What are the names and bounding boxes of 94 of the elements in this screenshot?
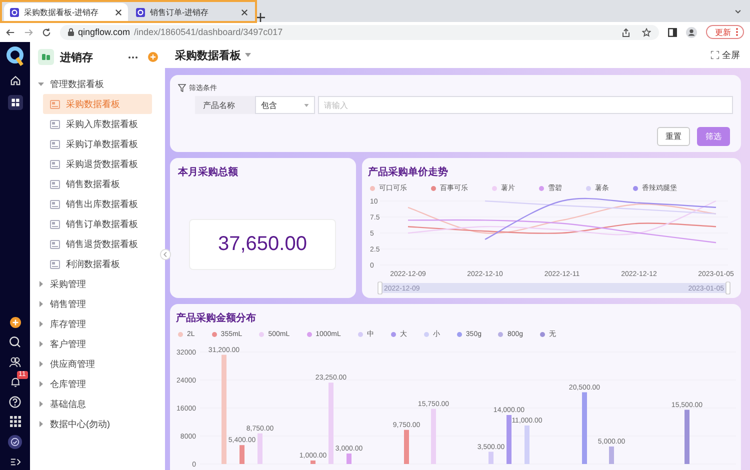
- nav-group[interactable]: 客户管理: [50, 338, 86, 350]
- browser-tab[interactable]: 采购数据看板-进销存: [4, 3, 128, 22]
- reset-button[interactable]: 重置: [657, 127, 690, 146]
- fullscreen-button[interactable]: 全屏: [711, 48, 740, 62]
- page-title: 采购数据看板: [175, 48, 241, 62]
- bar: [258, 433, 262, 464]
- bar: [240, 445, 244, 464]
- bar: [431, 408, 436, 464]
- update-button[interactable]: 更新: [706, 25, 744, 39]
- close-icon[interactable]: [115, 9, 122, 16]
- dashboard-icon: [50, 180, 60, 188]
- caret-icon[interactable]: [38, 281, 44, 287]
- nav-item[interactable]: 采购入库数据看板: [43, 114, 152, 134]
- nav-group[interactable]: 数据中心(勿动): [50, 418, 110, 430]
- caret-down-icon[interactable]: [245, 53, 251, 57]
- collapse-menu-icon[interactable]: [10, 457, 20, 467]
- expand-icon: [711, 51, 719, 59]
- nav-item[interactable]: 采购退货数据看板: [43, 154, 152, 174]
- apps-grid-icon[interactable]: [10, 416, 20, 427]
- dashboard-icon: [50, 240, 60, 248]
- bar: [506, 415, 512, 464]
- nav-item[interactable]: 销售数据看板: [43, 174, 152, 194]
- caret-icon[interactable]: [38, 381, 44, 387]
- help-icon[interactable]: [9, 396, 21, 408]
- user-avatar-icon[interactable]: [8, 435, 22, 449]
- chevron-down-icon[interactable]: [734, 8, 742, 16]
- nav-group[interactable]: 基础信息: [50, 398, 86, 410]
- app-logo-icon[interactable]: [6, 46, 24, 66]
- nav-item[interactable]: 销售订单数据看板: [43, 214, 152, 234]
- dashboard-icon: [50, 140, 60, 148]
- caret-icon[interactable]: [38, 361, 44, 367]
- app-favicon-icon: [10, 8, 19, 17]
- bar: [582, 392, 587, 464]
- bar: [684, 410, 690, 464]
- plus-circle-icon[interactable]: [10, 317, 20, 328]
- range-slider[interactable]: [378, 282, 730, 294]
- search-icon[interactable]: [9, 336, 21, 348]
- nav-group[interactable]: 仓库管理: [50, 378, 86, 390]
- bar: [524, 426, 530, 464]
- caret-icon[interactable]: [38, 321, 44, 327]
- close-icon[interactable]: [241, 9, 248, 16]
- nav-group[interactable]: 销售管理: [50, 298, 86, 310]
- bar: [346, 454, 352, 464]
- dashboard-icon: [50, 120, 60, 128]
- card-title: 本月采购总额: [178, 165, 239, 179]
- chart-title: 产品采购单价走势: [368, 166, 449, 179]
- nav-group[interactable]: 管理数据看板: [50, 78, 104, 90]
- bar: [488, 452, 494, 464]
- caret-icon[interactable]: [38, 301, 44, 307]
- app-favicon-icon: [136, 8, 145, 17]
- dashboard-icon: [50, 160, 60, 168]
- filter-icon: [178, 84, 186, 92]
- nav-item[interactable]: 销售退货数据看板: [43, 234, 152, 254]
- star-icon[interactable]: [642, 28, 651, 36]
- caret-icon[interactable]: [38, 421, 44, 427]
- dashboard-icon: [50, 100, 60, 108]
- back-arrow-icon[interactable]: [6, 28, 15, 36]
- chart-title: 产品采购金额分布: [176, 311, 257, 325]
- caret-down-icon: [304, 104, 309, 106]
- bar: [609, 446, 614, 464]
- caret-icon[interactable]: [38, 401, 44, 407]
- app-icon: [38, 49, 54, 65]
- reload-icon[interactable]: [42, 28, 51, 36]
- collapse-handle-icon[interactable]: [160, 249, 171, 260]
- nav-group[interactable]: 供应商管理: [50, 358, 95, 370]
- nav-group[interactable]: 库存管理: [50, 318, 86, 330]
- total-value: 37,650.00: [189, 219, 336, 270]
- input-field[interactable]: 请输入: [318, 96, 733, 114]
- lock-icon: [68, 28, 74, 36]
- bell-icon[interactable]: [10, 376, 20, 388]
- profile-avatar-icon[interactable]: [686, 26, 697, 38]
- field-label: 产品名称: [195, 96, 255, 114]
- browser-tab[interactable]: 销售订单-进销存: [130, 3, 254, 22]
- side-panel-icon[interactable]: [668, 28, 677, 36]
- home-icon[interactable]: [10, 75, 20, 86]
- dashboard-icon: [50, 220, 60, 228]
- new-tab-icon[interactable]: [256, 13, 265, 22]
- bar: [404, 430, 409, 464]
- caret-icon[interactable]: [38, 81, 44, 87]
- nav-item[interactable]: 利润数据看板: [43, 254, 152, 274]
- dashboard-icon: [50, 260, 60, 268]
- caret-icon[interactable]: [38, 341, 44, 347]
- more-icon[interactable]: [128, 56, 138, 58]
- grid-icon[interactable]: [8, 95, 22, 110]
- dashboard-icon: [50, 200, 60, 208]
- address-bar[interactable]: qingflow.com /index/1860541/dashboard/3497c017: [60, 24, 659, 40]
- nav-item[interactable]: 销售出库数据看板: [43, 194, 152, 214]
- nav-item[interactable]: 采购订单数据看板: [43, 134, 152, 154]
- nav-group[interactable]: 采购管理: [50, 278, 86, 290]
- bar: [310, 460, 316, 464]
- operator-select[interactable]: 包含: [255, 96, 315, 114]
- share-icon[interactable]: [622, 28, 630, 36]
- app-name: 进销存: [60, 50, 93, 64]
- people-icon[interactable]: [9, 356, 21, 368]
